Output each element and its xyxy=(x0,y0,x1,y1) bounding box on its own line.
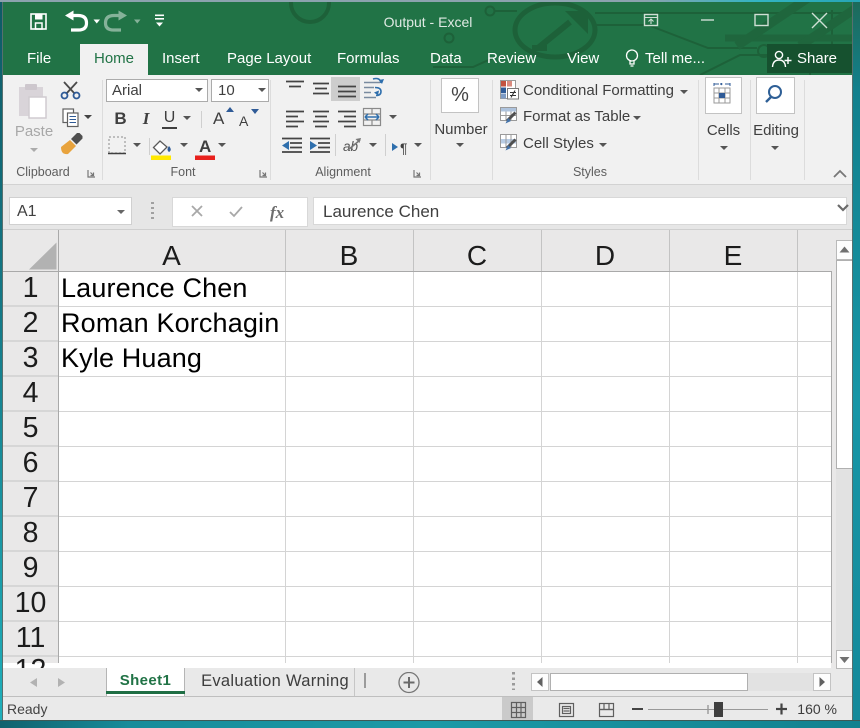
svg-text:fx: fx xyxy=(270,203,285,222)
svg-text:A: A xyxy=(199,137,211,156)
svg-text:¶: ¶ xyxy=(400,140,408,156)
svg-text:ab: ab xyxy=(343,139,359,154)
